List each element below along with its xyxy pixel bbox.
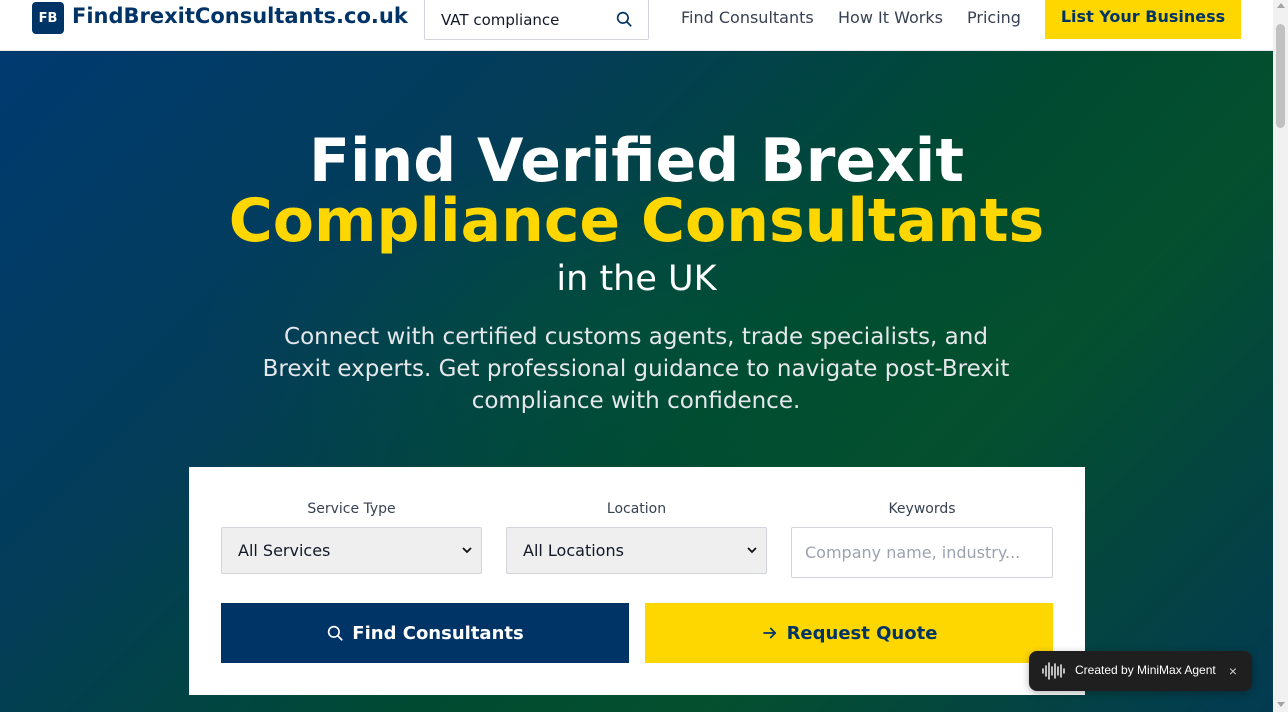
search-icon[interactable] [613,8,635,30]
find-consultants-button[interactable]: Find Consultants [221,603,629,663]
search-card: Service Type All Services Location All L… [189,467,1085,695]
chevron-down-icon [747,547,757,554]
find-consultants-label: Find Consultants [352,622,524,644]
site-header: FB FindBrexitConsultants.co.uk Find Cons… [0,0,1273,51]
location-value: All Locations [523,541,624,560]
service-type-select[interactable]: All Services [221,527,482,574]
service-type-label: Service Type [307,501,396,517]
chevron-down-icon [462,547,472,554]
nav-how-it-works[interactable]: How It Works [838,8,943,27]
scroll-up-arrow[interactable] [1277,3,1285,8]
keywords-input[interactable] [791,527,1053,578]
scroll-down-arrow[interactable] [1277,702,1285,707]
nav-pricing[interactable]: Pricing [967,8,1021,27]
logo-badge[interactable]: FB [32,2,64,34]
nav-find-consultants[interactable]: Find Consultants [681,8,814,27]
keywords-label: Keywords [888,501,956,517]
created-by-text: Created by MiniMax Agent [1075,663,1216,677]
request-quote-button[interactable]: Request Quote [645,603,1053,663]
service-type-value: All Services [238,541,331,560]
scroll-thumb[interactable] [1276,24,1285,128]
hero-title-line2: Compliance Consultants [228,186,1045,256]
header-search [424,0,649,40]
location-select[interactable]: All Locations [506,527,767,574]
list-your-business-button[interactable]: List Your Business [1045,0,1241,39]
page-scrollbar[interactable] [1273,0,1288,712]
search-input[interactable] [441,9,611,31]
hero-title-line3: in the UK [556,259,717,299]
hero-title-line1: Find Verified Brexit [308,126,965,196]
search-icon [328,625,343,641]
created-by-badge[interactable]: Created by MiniMax Agent × [1029,651,1252,691]
request-quote-label: Request Quote [786,622,938,644]
close-icon[interactable]: × [1225,661,1241,681]
location-label: Location [606,501,667,517]
hero-subtitle: Connect with certified customs agents, t… [262,324,1010,414]
waveform-icon [1042,662,1065,680]
hero-section: Find Verified Brexit Compliance Consulta… [0,51,1273,712]
logo-text[interactable]: FindBrexitConsultants.co.uk [72,4,408,28]
arrow-right-icon [762,627,776,639]
